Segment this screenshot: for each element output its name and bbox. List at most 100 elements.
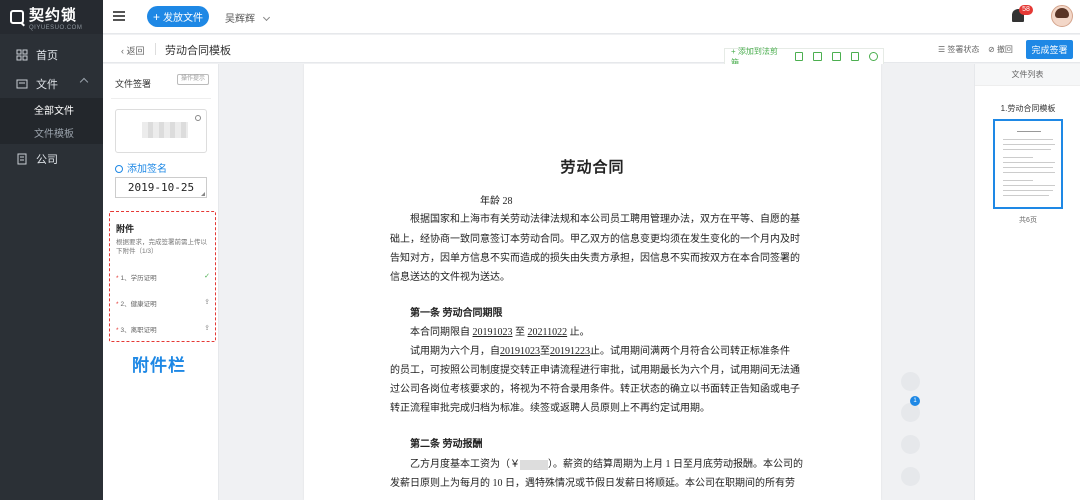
text: 乙方月度基本工资为（ <box>410 459 510 470</box>
text: ）。薪资的结算周期为上月 1 日至月底劳动报酬。本公司的 <box>548 459 803 470</box>
attachment-item[interactable]: * 3、离职证明 ⇪ <box>116 324 210 334</box>
page-count: 共6页 <box>1019 217 1037 224</box>
save-icon[interactable] <box>794 52 804 61</box>
file-name[interactable]: 1.劳动合同模板 <box>975 103 1080 114</box>
sidebar-subitem-label: 全部文件 <box>34 106 74 117</box>
download-icon[interactable] <box>901 372 920 391</box>
text: 止。 <box>569 327 590 338</box>
folder-icon <box>16 79 28 88</box>
attachment-description: 根据要求，完成签署前需上传以下附件（1/3） <box>116 239 207 255</box>
thumb-line <box>1003 162 1055 163</box>
upload-icon[interactable]: ⇪ <box>204 298 210 306</box>
sidebar-subitem-label: 文件模板 <box>34 129 74 140</box>
attachment-callout: 附件栏 <box>132 356 186 375</box>
comment-icon[interactable] <box>901 467 920 486</box>
thumb-line <box>1003 180 1033 181</box>
sidebar-item-label: 首页 <box>36 49 58 62</box>
add-signature-label: 添加签名 <box>127 164 167 175</box>
sign-status-link[interactable]: ☰ 签署状态 <box>938 44 979 55</box>
section-line: 发薪日原则上为每月的 10 日，遇特殊情况或节假日发薪日将顺延。本公司在职期间的… <box>390 478 795 489</box>
section-line: 本合同期限自 20191023 至 20211022 止。 <box>390 323 806 343</box>
attachment-label: 1、学历证明 <box>120 275 157 282</box>
attachment-item[interactable]: * 2、健康证明 ⇪ <box>116 298 210 308</box>
sidebar-item-files[interactable]: 文件 <box>0 69 103 98</box>
text: 止。试用期间满两个月符合公司转正标准条件 <box>590 346 790 357</box>
upload-icon[interactable]: ⇪ <box>204 324 210 332</box>
avatar[interactable] <box>1051 5 1073 27</box>
menu-toggle-icon[interactable] <box>113 11 125 21</box>
home-icon <box>16 49 28 60</box>
signature-box[interactable] <box>115 109 207 153</box>
required-mark: * <box>116 327 119 334</box>
document-header: ‹ 返回 劳动合同模板 + 添加到法剪箱 ☰ 签署状态 ⊘ 撤回 完成签署 <box>103 35 1080 67</box>
attachment-title: 附件 <box>116 224 135 234</box>
thumb-line <box>1003 144 1055 145</box>
fullscreen-icon[interactable] <box>813 52 822 61</box>
page-title: 劳动合同模板 <box>165 45 231 57</box>
intro-line: 信息送达的文件视为送达。 <box>390 272 510 283</box>
sidebar-subitem-templates[interactable]: 文件模板 <box>0 121 103 144</box>
back-link[interactable]: ‹ 返回 <box>121 44 145 57</box>
plus-circle-icon <box>115 165 123 173</box>
document-title: 劳动合同 <box>560 160 625 176</box>
document-viewer[interactable]: 劳动合同 年龄 28 根据国家和上海市有关劳动法律法规和本公司员工聘用管理办法，… <box>220 64 974 500</box>
logo-text: 契约锁 <box>29 6 78 24</box>
print-icon[interactable] <box>831 52 841 61</box>
chevron-up-icon <box>79 77 89 87</box>
signature-image <box>142 122 188 138</box>
notification-badge: 58 <box>1019 5 1033 15</box>
sidebar-subitem-all-files[interactable]: 全部文件 <box>0 98 103 121</box>
user-name: 吴辉辉 <box>225 14 255 25</box>
check-icon: ✓ <box>204 273 210 280</box>
file-list-title: 文件列表 <box>975 64 1080 86</box>
finish-sign-button[interactable]: 完成签署 <box>1026 40 1073 59</box>
intro-line: 根据国家和上海市有关劳动法律法规和本公司员工聘用管理办法，双方在平等、自愿的基 <box>410 214 800 225</box>
contract-start-date: 20191023 <box>472 327 513 338</box>
page-thumbnail[interactable] <box>993 119 1063 209</box>
text: 试用期为六个月，自 <box>410 346 500 357</box>
intro-line: 础上，经协商一致同意签订本劳动合同。甲乙双方的信息变更均须在发生变化的一个月内及… <box>390 234 800 245</box>
section-line: 的员工，可按照公司制度提交转正申请流程进行审批，试用期最长为六个月，试用期间无法… <box>390 365 800 376</box>
sign-panel: 文件签署 操作提示 添加签名 2019-10-25 附件 根据要求，完成签署前需… <box>103 64 219 500</box>
logo-subtext: QIYUESUO.COM <box>29 24 83 31</box>
plus-icon: + <box>152 9 160 24</box>
building-icon <box>17 153 27 164</box>
withdraw-label: 撤回 <box>996 45 1013 54</box>
sidebar-item-company[interactable]: 公司 <box>0 144 103 173</box>
settings-icon[interactable] <box>869 52 879 61</box>
document-toolbar: + 添加到法剪箱 <box>724 47 884 67</box>
sidebar-item-label: 公司 <box>36 153 58 166</box>
section-title: 第一条 劳动合同期限 <box>410 308 503 319</box>
share-icon[interactable] <box>850 52 860 61</box>
add-signature-button[interactable]: 添加签名 <box>115 160 167 175</box>
attachment-item[interactable]: * 1、学历证明 ✓ <box>116 272 210 282</box>
sign-panel-title: 文件签署 <box>115 79 152 89</box>
attachment-panel: 附件 根据要求，完成签署前需上传以下附件（1/3） * 1、学历证明 ✓ * 2、健… <box>109 211 216 342</box>
refresh-icon[interactable] <box>195 115 201 121</box>
sidebar-item-label: 文件 <box>36 78 58 91</box>
send-file-button[interactable]: + 发放文件 <box>147 6 209 27</box>
sign-date-field[interactable]: 2019-10-25 <box>115 177 207 198</box>
probation-end-date: 20191223 <box>550 346 590 357</box>
chevron-down-icon <box>262 13 270 22</box>
currency-symbol: ￥ <box>510 459 520 470</box>
back-label: 返回 <box>126 46 145 56</box>
withdraw-link[interactable]: ⊘ 撤回 <box>988 44 1013 55</box>
intro-line: 告知对方，因单方信息不实而造成的损失由失责方承担，因信息不实而按双方在本合同签署… <box>390 253 800 264</box>
sidebar-item-home[interactable]: 首页 <box>0 40 103 69</box>
brand[interactable]: 契约锁 QIYUESUO.COM <box>0 0 103 34</box>
top-bar: + 发放文件 吴辉辉 58 <box>103 0 1080 34</box>
thumb-line <box>1003 190 1053 191</box>
text: 本合同期限自 <box>410 327 470 338</box>
send-file-label: 发放文件 <box>163 13 203 24</box>
attachment-file-icon[interactable] <box>901 403 920 422</box>
attachment-label: 3、离职证明 <box>120 327 157 334</box>
salary-redacted <box>520 459 548 470</box>
document-icon[interactable] <box>901 435 920 454</box>
thumb-line <box>1003 149 1051 150</box>
divider <box>111 98 211 99</box>
tip-button[interactable]: 操作提示 <box>177 74 210 85</box>
user-select[interactable]: 吴辉辉 <box>225 10 270 25</box>
section-title: 第二条 劳动报酬 <box>410 439 483 450</box>
logo-icon <box>10 10 24 24</box>
